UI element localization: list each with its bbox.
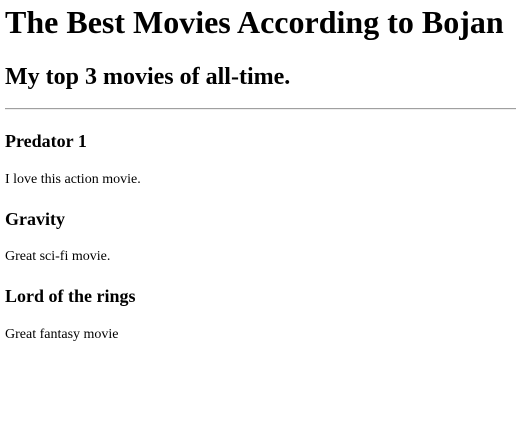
divider xyxy=(5,108,516,110)
movie-title: Lord of the rings xyxy=(5,286,136,306)
movie-description: Great sci-fi movie. xyxy=(5,249,111,264)
page-subtitle: My top 3 movies of all-time. xyxy=(5,64,291,90)
page: The Best Movies According to Bojan My to… xyxy=(0,0,517,427)
movie-description: I love this action movie. xyxy=(5,172,141,187)
movie-title: Gravity xyxy=(5,209,65,229)
movie-title: Predator 1 xyxy=(5,131,87,151)
movie-description: Great fantasy movie xyxy=(5,327,119,342)
page-title: The Best Movies According to Bojan xyxy=(5,4,504,40)
